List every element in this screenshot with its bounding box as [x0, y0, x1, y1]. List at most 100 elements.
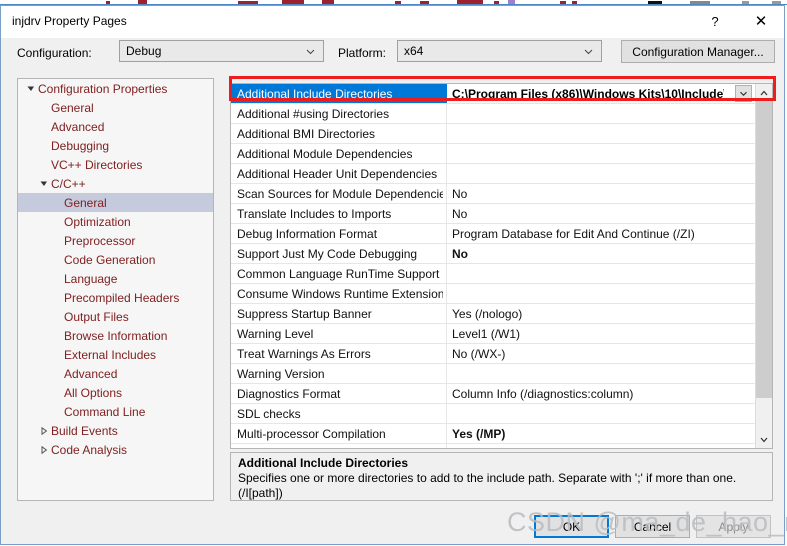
property-row[interactable]: Common Language RunTime Support	[231, 264, 755, 284]
scroll-down-button[interactable]	[756, 431, 772, 448]
tree-item-command-line[interactable]: Command Line	[18, 402, 213, 421]
column-divider	[446, 424, 447, 443]
tree-item-label: Command Line	[64, 404, 146, 419]
tree-item-output-files[interactable]: Output Files	[18, 307, 213, 326]
column-divider	[446, 224, 447, 243]
property-row[interactable]: Translate Includes to Imports No	[231, 204, 755, 224]
property-name: Translate Includes to Imports	[237, 207, 392, 221]
property-row[interactable]: Suppress Startup Banner Yes (/nologo)	[231, 304, 755, 324]
tree-item-advanced[interactable]: Advanced	[18, 117, 213, 136]
tree-item-configuration-properties[interactable]: Configuration Properties	[18, 79, 213, 98]
tree-item-language[interactable]: Language	[18, 269, 213, 288]
column-divider	[446, 404, 447, 423]
property-row[interactable]: Additional BMI Directories	[231, 124, 755, 144]
help-button[interactable]: ?	[698, 6, 732, 36]
configuration-value: Debug	[126, 44, 162, 58]
column-divider	[446, 344, 447, 363]
chevron-down-icon	[584, 47, 593, 56]
property-row[interactable]: Warning Version	[231, 364, 755, 384]
property-value[interactable]: Level1 (/W1)	[452, 327, 752, 341]
cancel-button[interactable]: Cancel	[615, 515, 690, 538]
tree-item-label: Code Analysis	[51, 442, 128, 457]
column-divider	[446, 384, 447, 403]
property-row[interactable]: Debug Information Format Program Database…	[231, 224, 755, 244]
tree-item-label: C/C++	[51, 176, 86, 191]
column-divider	[446, 84, 447, 103]
property-name: Additional BMI Directories	[237, 127, 376, 141]
configuration-dropdown[interactable]: Debug	[119, 40, 324, 62]
property-name: Enable Address Sanitizer	[237, 447, 443, 448]
platform-value: x64	[404, 44, 424, 58]
property-grid[interactable]: Additional Include Directories C:\Program…	[230, 83, 773, 449]
scroll-up-button[interactable]	[756, 84, 772, 101]
column-divider	[446, 444, 447, 448]
property-row[interactable]: Treat Warnings As Errors No (/WX-)	[231, 344, 755, 364]
tree-item-code-analysis[interactable]: Code Analysis	[18, 440, 213, 459]
configuration-toolbar: Configuration: Debug Platform: x64 Confi…	[1, 38, 786, 70]
close-icon: ✕	[754, 13, 768, 30]
property-value[interactable]: Column Info (/diagnostics:column)	[452, 387, 752, 401]
tree-item-advanced[interactable]: Advanced	[18, 364, 213, 383]
property-value[interactable]: C:\Program Files (x86)\Windows Kits\10\I…	[452, 87, 724, 101]
property-row[interactable]: Multi-processor Compilation Yes (/MP)	[231, 424, 755, 444]
column-divider	[446, 244, 447, 263]
property-row[interactable]: Consume Windows Runtime Extension	[231, 284, 755, 304]
window-title: injdrv Property Pages	[12, 14, 127, 28]
tree-item-general[interactable]: General	[18, 98, 213, 117]
configuration-manager-button[interactable]: Configuration Manager...	[621, 40, 775, 63]
tree-item-all-options[interactable]: All Options	[18, 383, 213, 402]
property-row[interactable]: Additional Module Dependencies	[231, 144, 755, 164]
tree-item-debugging[interactable]: Debugging	[18, 136, 213, 155]
column-divider	[446, 144, 447, 163]
property-row[interactable]: Scan Sources for Module Dependencies No	[231, 184, 755, 204]
tree-item-label: Configuration Properties	[38, 81, 168, 96]
property-value[interactable]: No (/WX-)	[452, 347, 752, 361]
property-row[interactable]: Additional #using Directories	[231, 104, 755, 124]
tree-item-optimization[interactable]: Optimization	[18, 212, 213, 231]
property-value[interactable]: No	[452, 447, 752, 448]
value-dropdown-button[interactable]	[735, 85, 752, 102]
apply-button[interactable]: Apply	[696, 515, 771, 538]
tree-item-external-includes[interactable]: External Includes	[18, 345, 213, 364]
property-name: Warning Level	[237, 327, 314, 341]
close-button[interactable]: ✕	[744, 6, 778, 36]
tree-item-c-c[interactable]: C/C++	[18, 174, 213, 193]
property-row[interactable]: Enable Address Sanitizer No	[231, 444, 755, 448]
tree-item-code-generation[interactable]: Code Generation	[18, 250, 213, 269]
column-divider	[446, 264, 447, 283]
property-value[interactable]: No	[452, 247, 752, 261]
property-row[interactable]: Additional Include Directories C:\Program…	[231, 84, 755, 104]
tree-item-precompiled-headers[interactable]: Precompiled Headers	[18, 288, 213, 307]
property-grid-scrollbar[interactable]	[755, 84, 772, 448]
description-body: Specifies one or more directories to add…	[238, 471, 737, 500]
property-value[interactable]: Yes (/nologo)	[452, 307, 752, 321]
ok-button[interactable]: OK	[534, 515, 609, 538]
tree-item-preprocessor[interactable]: Preprocessor	[18, 231, 213, 250]
scrollbar-thumb[interactable]	[756, 101, 772, 398]
configuration-label: Configuration:	[17, 46, 92, 60]
column-divider	[446, 104, 447, 123]
tree-item-label: Output Files	[64, 309, 129, 324]
property-row[interactable]: Diagnostics Format Column Info (/diagnost…	[231, 384, 755, 404]
tree-item-build-events[interactable]: Build Events	[18, 421, 213, 440]
tree-item-label: Advanced	[51, 119, 105, 134]
property-row[interactable]: Additional Header Unit Dependencies	[231, 164, 755, 184]
column-divider	[446, 164, 447, 183]
property-row[interactable]: SDL checks	[231, 404, 755, 424]
property-name: Multi-processor Compilation	[237, 427, 386, 441]
platform-dropdown[interactable]: x64	[397, 40, 602, 62]
property-name: Diagnostics Format	[237, 387, 341, 401]
configuration-tree[interactable]: Configuration Properties General Advanced D…	[17, 78, 214, 501]
property-value[interactable]: No	[452, 187, 752, 201]
property-name: Support Just My Code Debugging	[237, 247, 418, 261]
tree-item-vc-directories[interactable]: VC++ Directories	[18, 155, 213, 174]
property-value[interactable]: Yes (/MP)	[452, 427, 752, 441]
property-value[interactable]: Program Database for Edit And Continue (…	[452, 227, 752, 241]
column-divider	[446, 304, 447, 323]
property-row[interactable]: Warning Level Level1 (/W1)	[231, 324, 755, 344]
platform-label: Platform:	[338, 46, 387, 60]
tree-item-browse-information[interactable]: Browse Information	[18, 326, 213, 345]
property-value[interactable]: No	[452, 207, 752, 221]
tree-item-general[interactable]: General	[18, 193, 213, 212]
property-row[interactable]: Support Just My Code Debugging No	[231, 244, 755, 264]
